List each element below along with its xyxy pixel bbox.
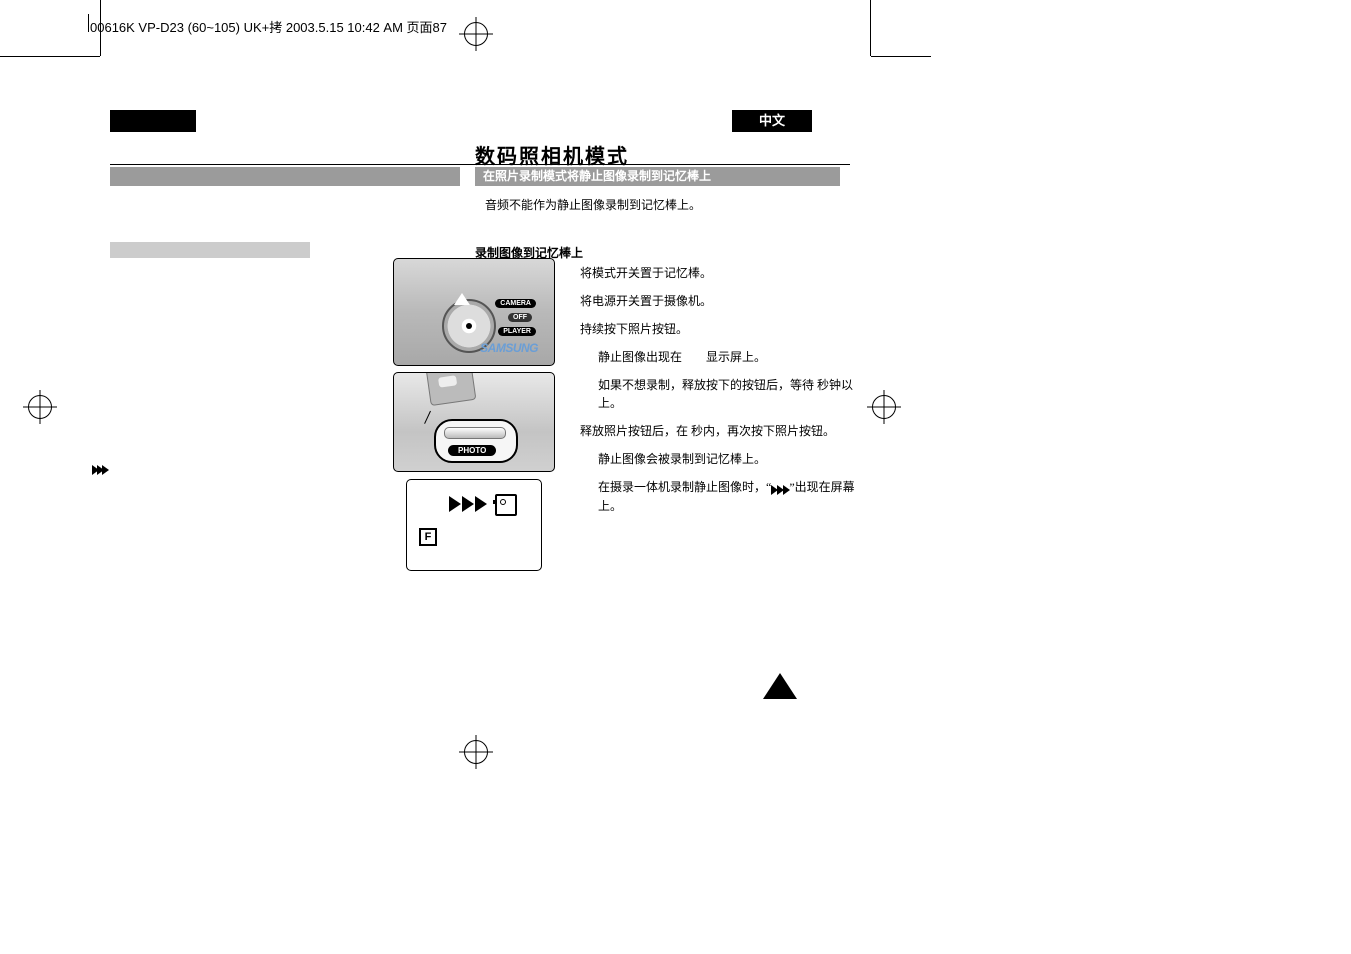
instruction-steps: 将模式开关置于记忆棒。 将电源开关置于摄像机。 持续按下照片按钮。 静止图像出现… <box>580 264 860 525</box>
figure-power-switch: CAMERA OFF PLAYER SAMSUNG <box>393 258 555 366</box>
header-rule <box>88 14 479 32</box>
brand-text: SAMSUNG <box>480 341 538 355</box>
play-triangle-icon <box>462 496 474 512</box>
section-title: 在照片录制模式将静止图像录制到记忆棒上 <box>483 169 711 183</box>
callout-bubble <box>434 419 518 463</box>
section-bar-left <box>110 167 460 186</box>
memory-card-icon <box>495 494 517 516</box>
dial-arrow-icon <box>454 293 470 305</box>
left-subbar <box>110 242 310 258</box>
step-4b: 在摄录一体机录制静止图像时，“”出现在屏幕上。 <box>580 478 860 515</box>
dial-label-off: OFF <box>508 313 532 322</box>
step-1: 将模式开关置于记忆棒。 <box>580 264 860 282</box>
left-lang-tab <box>110 110 196 132</box>
play-triangle-icon <box>449 496 461 512</box>
registration-mark-icon <box>872 395 896 419</box>
dial-label-camera: CAMERA <box>495 299 536 308</box>
step-3a: 静止图像出现在 显示屏上。 <box>580 348 860 366</box>
photo-label: PHOTO <box>448 445 496 456</box>
f-mode-box: F <box>419 528 437 546</box>
figure-photo-button: PHOTO <box>393 372 555 472</box>
lang-label: 中文 <box>759 113 785 128</box>
photo-button-icon <box>444 427 506 439</box>
crop-mark <box>0 56 100 57</box>
step-2: 将电源开关置于摄像机。 <box>580 292 860 310</box>
figure-lcd-indicator: F <box>406 479 542 571</box>
hand-press-icon <box>426 372 477 406</box>
note-text: 音频不能作为静止图像录制到记忆棒上。 <box>485 196 701 213</box>
page-content: 中文 数码照相机模式 在照片录制模式将静止图像录制到记忆棒上 音频不能作为静止图… <box>110 110 852 670</box>
step-3b: 如果不想录制，释放按下的按钮后，等待 秒钟以上。 <box>580 376 860 412</box>
page-continue-arrow-icon <box>763 673 797 699</box>
section-bar-right: 在照片录制模式将静止图像录制到记忆棒上 <box>475 167 840 186</box>
step-3: 持续按下照片按钮。 <box>580 320 860 338</box>
play-triangle-icon <box>475 496 487 512</box>
crop-mark <box>871 56 931 57</box>
registration-mark-icon <box>28 395 52 419</box>
crop-mark <box>870 0 871 56</box>
margin-indicator-icon <box>92 462 107 480</box>
dial-label-player: PLAYER <box>498 327 536 336</box>
step-4a: 静止图像会被录制到记忆棒上。 <box>580 450 860 468</box>
title-underline <box>110 164 850 165</box>
step-4: 释放照片按钮后，在 秒内，再次按下照片按钮。 <box>580 422 860 440</box>
record-indicator-icon <box>771 479 789 497</box>
right-lang-tab: 中文 <box>732 110 812 132</box>
registration-mark-icon <box>464 740 488 764</box>
